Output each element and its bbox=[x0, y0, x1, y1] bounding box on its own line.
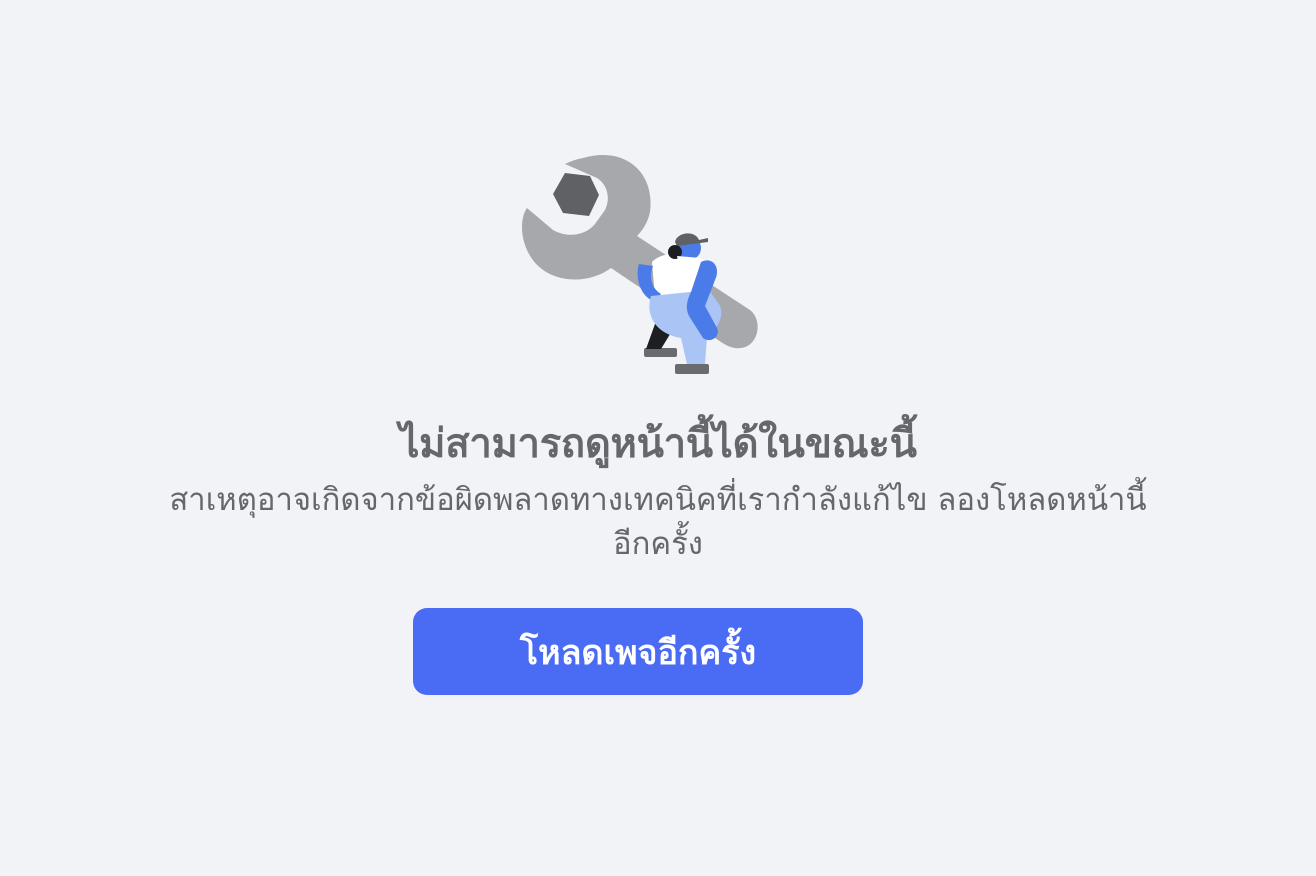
error-message: สาเหตุอาจเกิดจากข้อผิดพลาดทางเทคนิคที่เร… bbox=[169, 482, 1147, 562]
wrench-icon bbox=[522, 155, 758, 349]
error-page: ไม่สามารถดูหน้านี้ได้ในขณะนี้ สาเหตุอาจเ… bbox=[0, 0, 1316, 876]
reload-page-button[interactable]: โหลดเพจอีกครั้ง bbox=[413, 608, 863, 695]
error-title: ไม่สามารถดูหน้านี้ได้ในขณะนี้ bbox=[399, 421, 917, 467]
wrench-worker-illustration bbox=[515, 150, 765, 380]
